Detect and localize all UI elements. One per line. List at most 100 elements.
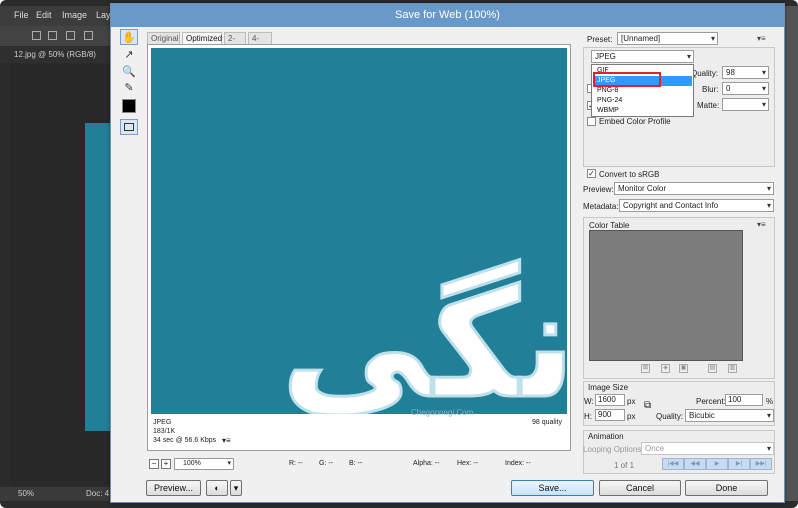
previous-frame-icon[interactable]: ◀◀ [684,458,706,470]
chevron-down-icon: ▾ [227,460,231,467]
cancel-button[interactable]: Cancel [599,480,681,496]
quality-field[interactable]: 98 ▾ [722,66,769,79]
resample-quality-label: Quality: [656,412,684,421]
last-frame-icon[interactable]: ▶▶| [750,458,772,470]
zoom-level-select[interactable]: 100% ▾ [174,458,234,470]
map-transparent-icon[interactable]: ⊠ [641,364,650,373]
dialog-title: Save for Web (100%) [111,4,784,27]
animation-title: Animation [588,432,624,441]
preset-value: [Unnamed] [621,34,661,43]
blur-field[interactable]: 0 ▾ [722,82,769,95]
height-field[interactable]: 900 [595,409,625,421]
eyedropper-tool-icon[interactable]: ✎ [120,80,138,96]
preview-color-select[interactable]: Monitor Color ▾ [614,182,774,195]
constrain-proportions-icon[interactable]: ⧉ [644,400,651,411]
chevron-down-icon: ▾ [761,100,766,109]
options-bar [0,26,120,46]
tab-2-up[interactable]: 2-Up [224,32,246,55]
format-option-png24[interactable]: PNG-24 [594,96,692,106]
option-icon[interactable] [32,31,41,40]
percent-label: Percent: [696,397,726,406]
preview-format: JPEG [153,419,172,426]
preview-quality: 98 quality [532,419,562,426]
format-select[interactable]: JPEG ▾ [591,50,694,63]
chevron-down-icon: ▾ [761,84,766,93]
photoshop-menubar: File Edit Image Lay [0,6,120,26]
format-option-png8[interactable]: PNG-8 [594,86,692,96]
preview-image[interactable]: نگی [151,48,567,414]
quality-label: Quality: [691,69,719,78]
matte-label: Matte: [697,101,720,110]
zoom-out-button[interactable]: − [149,459,159,469]
next-frame-icon[interactable]: ▶| [728,458,750,470]
preview-label: Preview: [583,185,614,194]
status-doc-size: Doc: 4. [86,489,112,498]
slice-select-tool-icon[interactable]: ↗ [120,47,138,63]
format-option-wbmp[interactable]: WBMP [594,106,692,116]
option-icon[interactable] [48,31,57,40]
save-for-web-dialog: Save for Web (100%) ✋ ↗ 🔍 ✎ Original Opt… [110,3,785,503]
preview-status-row: − + 100% ▾ R: -- G: -- B: -- Alpha: -- He… [147,457,571,471]
preview-button[interactable]: Preview... [146,480,201,496]
height-label: H: [584,412,592,421]
screen: File Edit Image Lay 12.jpg @ 50% (RGB/8)… [0,0,798,508]
play-icon[interactable]: ▶ [706,458,728,470]
first-frame-icon[interactable]: |◀◀ [662,458,684,470]
width-field[interactable]: 1600 [595,394,625,406]
done-button[interactable]: Done [685,480,768,496]
chevron-down-icon: ▾ [766,201,771,210]
tab-4-up[interactable]: 4-Up [248,32,272,55]
menu-image[interactable]: Image [62,10,87,20]
chevron-down-icon: ▾ [761,68,766,77]
download-time-menu-icon[interactable]: ▾≡ [222,436,231,445]
right-panel-strip [783,6,798,501]
preview-file-size: 183/1K [153,428,176,435]
browser-menu-button[interactable]: ▾ [230,480,242,496]
chevron-down-icon: ▾ [766,444,771,453]
resample-quality-select[interactable]: Bicubic ▾ [685,409,774,422]
looping-options-value: Once [645,444,665,453]
status-zoom[interactable]: 50% [18,489,34,498]
image-size-title: Image Size [588,383,629,392]
zoom-in-button[interactable]: + [161,459,171,469]
preset-select[interactable]: [Unnamed] ▾ [617,32,718,45]
option-icon[interactable] [84,31,93,40]
metadata-select[interactable]: Copyright and Contact Info ▾ [619,199,774,212]
new-color-icon[interactable]: ▤ [708,364,717,373]
matte-select[interactable]: ▾ [722,98,769,111]
looping-options-label: Looping Options: [583,445,644,454]
tab-optimized[interactable]: Optimized [182,32,222,44]
tab-original[interactable]: Original [147,32,180,44]
hand-tool-icon[interactable]: ✋ [120,29,138,45]
metadata-value: Copyright and Contact Info [623,201,719,210]
menu-layer[interactable]: Lay [96,10,111,20]
lock-color-icon[interactable]: ▣ [679,364,688,373]
menu-edit[interactable]: Edit [36,10,52,20]
eyedropper-color-swatch[interactable] [122,99,136,113]
toggle-slices-icon[interactable] [120,119,138,135]
color-table-menu-icon[interactable]: ▾≡ [757,220,766,229]
optimize-menu-icon[interactable]: ▾≡ [757,34,766,43]
convert-srgb-checkbox[interactable]: ✓ [587,169,596,178]
zoom-tool-icon[interactable]: 🔍 [120,64,138,80]
web-snap-icon[interactable]: ◈ [661,364,670,373]
preset-label: Preset: [587,35,613,44]
preview-artwork: نگی [279,257,567,415]
option-icon[interactable] [66,31,75,40]
preview-color-value: Monitor Color [618,184,667,193]
looping-options-select[interactable]: Once ▾ [641,442,774,455]
embed-profile-checkbox[interactable] [587,117,596,126]
document-tab[interactable]: 12.jpg @ 50% (RGB/8) [0,47,120,63]
preview-annotation: JPEG 183/1K 34 sec @ 56.6 Kbps ▾≡ 98 qua… [151,416,567,449]
convert-srgb-label: Convert to sRGB [599,170,660,179]
blur-label: Blur: [702,85,719,94]
save-button[interactable]: Save... [511,480,594,496]
format-value: JPEG [595,52,616,61]
highlight-box [593,72,661,87]
menu-file[interactable]: File [14,10,29,20]
delete-color-icon[interactable]: ▥ [728,364,737,373]
preview-artwork-text: نگی [281,258,567,414]
browser-preview-button[interactable]: ◐ [206,480,228,496]
percent-field[interactable]: 100 [725,394,763,406]
readout-hex: Hex: -- [457,460,478,467]
